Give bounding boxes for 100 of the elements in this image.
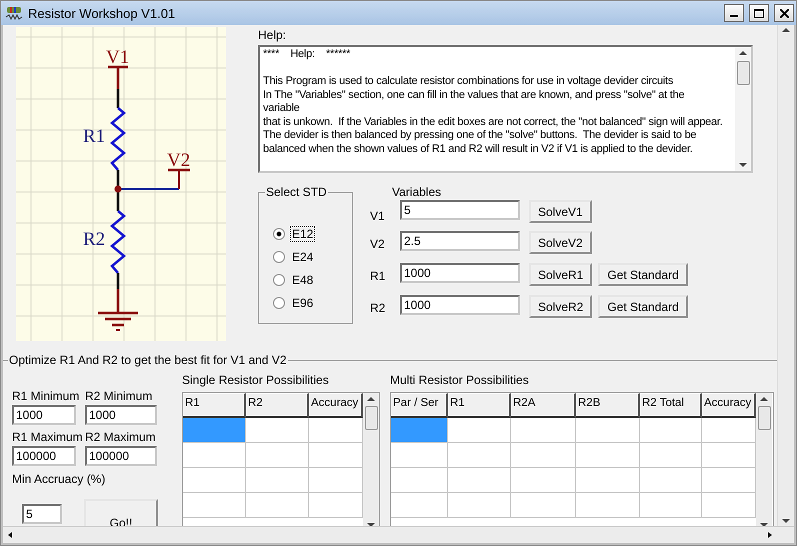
- solve-button[interactable]: SolveR1: [529, 263, 592, 286]
- radio-option[interactable]: E96: [273, 296, 352, 310]
- value-field[interactable]: 1000: [400, 295, 520, 315]
- minimize-button[interactable]: [724, 4, 744, 22]
- column-header[interactable]: R2A: [511, 393, 576, 418]
- column-header[interactable]: Par / Ser: [391, 393, 448, 418]
- table-cell[interactable]: [511, 468, 576, 493]
- solve-button[interactable]: SolveV1: [529, 200, 592, 223]
- table-cell[interactable]: [576, 443, 640, 468]
- table-cell[interactable]: [640, 468, 702, 493]
- table-cell[interactable]: [309, 468, 363, 493]
- table-cell[interactable]: [448, 493, 511, 518]
- table-cell[interactable]: [391, 493, 448, 518]
- node-label: V2: [167, 150, 190, 171]
- scroll-down-icon[interactable]: [739, 162, 747, 168]
- radio-button[interactable]: [273, 274, 285, 286]
- table-cell[interactable]: [183, 493, 246, 518]
- field-label: Min Accruacy (%): [12, 472, 106, 486]
- table-cell[interactable]: [511, 418, 576, 443]
- value-field[interactable]: 1000: [12, 405, 76, 425]
- resistor-label: R2: [83, 229, 106, 250]
- table-cell[interactable]: [702, 493, 756, 518]
- column-header[interactable]: R1: [448, 393, 511, 418]
- scrollbar[interactable]: [756, 393, 772, 526]
- column-header[interactable]: R1: [183, 393, 246, 418]
- solve-button[interactable]: SolveR2: [529, 295, 592, 318]
- scroll-thumb[interactable]: [736, 61, 750, 85]
- scroll-thumb[interactable]: [758, 406, 770, 430]
- table-cell[interactable]: [391, 443, 448, 468]
- get-standard-button[interactable]: Get Standard: [598, 263, 688, 286]
- column-header[interactable]: Accuracy: [702, 393, 756, 418]
- help-text-line: variable: [263, 102, 300, 116]
- scrollbar[interactable]: [735, 47, 751, 171]
- table-cell[interactable]: [576, 468, 640, 493]
- table-cell[interactable]: [448, 443, 511, 468]
- help-text-box[interactable]: [258, 45, 753, 173]
- resistor-icon: [5, 6, 23, 20]
- scroll-up-icon[interactable]: [782, 27, 790, 33]
- scroll-down-icon[interactable]: [782, 518, 790, 524]
- radio-button[interactable]: [273, 251, 285, 263]
- solve-button[interactable]: SolveV2: [529, 231, 592, 254]
- table-cell[interactable]: [183, 468, 246, 493]
- table-cell[interactable]: [448, 418, 511, 443]
- value-field[interactable]: 5: [400, 200, 520, 220]
- table-cell[interactable]: [183, 443, 246, 468]
- value-field[interactable]: 1000: [85, 405, 157, 425]
- column-header[interactable]: R2B: [576, 393, 640, 418]
- table-cell[interactable]: [576, 418, 640, 443]
- close-button[interactable]: [774, 4, 794, 22]
- get-standard-button[interactable]: Get Standard: [598, 295, 688, 318]
- scroll-up-icon[interactable]: [739, 50, 747, 56]
- help-text-line: This Program is used to calculate resistor combinations for use in voltage devider circuits: [263, 75, 674, 88]
- table-cell[interactable]: [640, 418, 702, 443]
- help-text-line: In The "Variables" section, one can fill in the values that are known, and press "solve" at the: [263, 88, 684, 102]
- table-cell[interactable]: [640, 493, 702, 518]
- table-cell[interactable]: [702, 418, 756, 443]
- radio-option[interactable]: E48: [273, 273, 352, 287]
- radio-button[interactable]: [273, 297, 285, 309]
- column-header[interactable]: R2 Total: [640, 393, 702, 418]
- scroll-left-icon[interactable]: [6, 532, 14, 538]
- scroll-up-icon[interactable]: [367, 396, 375, 402]
- table-cell[interactable]: [576, 493, 640, 518]
- table-cell[interactable]: [183, 418, 246, 443]
- table-cell[interactable]: [511, 493, 576, 518]
- scrollbar[interactable]: [777, 25, 794, 526]
- column-header[interactable]: R2: [246, 393, 309, 418]
- table-cell[interactable]: [391, 468, 448, 493]
- value-field[interactable]: 100000: [85, 446, 157, 466]
- radio-button[interactable]: [273, 228, 285, 240]
- column-header[interactable]: Accuracy: [309, 393, 363, 418]
- table-cell[interactable]: [640, 443, 702, 468]
- scroll-right-icon[interactable]: [766, 532, 774, 538]
- field-label: R2 Maximum: [85, 430, 157, 444]
- table-cell[interactable]: [511, 443, 576, 468]
- window-title: Resistor Workshop V1.01: [28, 6, 176, 20]
- scroll-up-icon[interactable]: [760, 396, 768, 402]
- table-cell[interactable]: [309, 443, 363, 468]
- scrollbar[interactable]: [363, 393, 379, 526]
- radio-option[interactable]: E12: [273, 227, 352, 241]
- maximize-icon: [754, 8, 764, 18]
- variables-label: Variables: [392, 185, 442, 199]
- table-cell[interactable]: [246, 493, 309, 518]
- table-cell[interactable]: [702, 468, 756, 493]
- table-cell[interactable]: [702, 443, 756, 468]
- table-cell[interactable]: [448, 468, 511, 493]
- table-cell[interactable]: [246, 443, 309, 468]
- scroll-thumb[interactable]: [364, 406, 378, 430]
- field-label: R2 Minimum: [85, 389, 154, 403]
- table-cell[interactable]: [309, 418, 363, 443]
- radio-option[interactable]: E24: [273, 250, 352, 264]
- table-cell[interactable]: [391, 418, 448, 443]
- table-cell[interactable]: [246, 418, 309, 443]
- value-field[interactable]: 2.5: [400, 231, 520, 251]
- accuracy-field[interactable]: 5: [22, 504, 62, 524]
- table-cell[interactable]: [246, 468, 309, 493]
- value-field[interactable]: 1000: [400, 263, 520, 283]
- table-cell[interactable]: [309, 493, 363, 518]
- scrollbar[interactable]: [3, 526, 794, 543]
- maximize-button[interactable]: [749, 4, 769, 22]
- value-field[interactable]: 100000: [12, 446, 76, 466]
